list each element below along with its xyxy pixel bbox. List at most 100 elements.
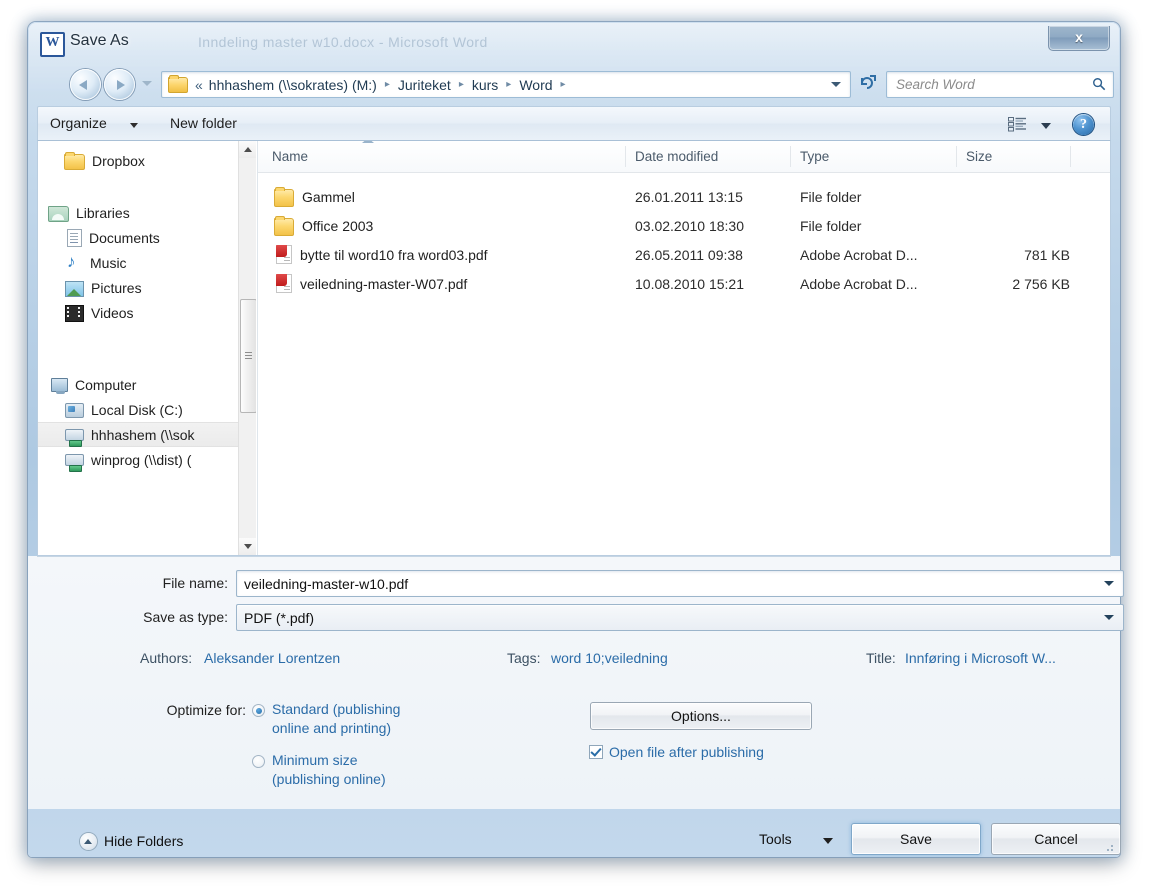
network-drive-icon	[65, 454, 84, 472]
documents-icon	[67, 228, 82, 247]
column-header-type[interactable]: Type	[800, 149, 829, 164]
navigation-sidebar: Dropbox Libraries Documents Music Pictur	[38, 141, 256, 555]
open-after-publishing-checkbox[interactable]	[589, 745, 603, 759]
radio-minimum-size-label[interactable]: Minimum size (publishing online)	[272, 751, 386, 789]
sidebar-item-libraries[interactable]: Libraries	[38, 200, 256, 225]
table-row[interactable]: Office 2003 03.02.2010 18:30 File folder	[258, 211, 1110, 240]
word-icon: W	[40, 32, 65, 57]
tools-button[interactable]: Tools	[759, 831, 792, 847]
hide-folders-button[interactable]: Hide Folders	[104, 833, 183, 849]
tools-caret-icon[interactable]	[823, 838, 833, 844]
file-type-cell: Adobe Acrobat D...	[800, 246, 918, 263]
column-header-size[interactable]: Size	[966, 149, 992, 164]
folder-icon	[168, 74, 188, 93]
close-button[interactable]: x	[1048, 26, 1110, 51]
sidebar-item-pictures[interactable]: Pictures	[38, 275, 256, 300]
scrollbar-thumb[interactable]	[240, 299, 256, 413]
breadcrumb-item-0[interactable]: hhhashem (\\sokrates) (M:)	[206, 75, 380, 95]
sidebar-scrollbar[interactable]	[238, 141, 256, 555]
save-as-type-select[interactable]: PDF (*.pdf)	[236, 604, 1124, 631]
videos-icon	[65, 305, 84, 322]
optimize-for-label: Optimize for:	[166, 702, 246, 718]
chevron-down-icon[interactable]	[1104, 581, 1114, 586]
network-drive-icon	[65, 429, 84, 447]
file-size-cell: 781 KB	[1024, 246, 1070, 263]
column-divider[interactable]	[625, 146, 626, 167]
sidebar-item-winprog[interactable]: winprog (\\dist) (	[38, 447, 256, 472]
file-name-input[interactable]: veiledning-master-w10.pdf	[236, 570, 1124, 597]
breadcrumb-separator-icon[interactable]: ▸	[454, 79, 469, 90]
search-input[interactable]: Search Word	[886, 71, 1114, 98]
breadcrumb-separator-icon[interactable]: ▸	[556, 79, 571, 90]
authors-label: Authors:	[140, 650, 193, 666]
table-row[interactable]: veiledning-master-W07.pdf 10.08.2010 15:…	[258, 269, 1110, 298]
music-icon	[64, 252, 83, 272]
breadcrumb-separator-icon[interactable]: ▸	[380, 79, 395, 90]
folder-icon	[64, 151, 85, 170]
refresh-glyph	[861, 75, 876, 89]
options-button[interactable]: Options...	[590, 702, 812, 730]
radio-standard-label[interactable]: Standard (publishing online and printing…	[272, 700, 400, 738]
radio-minimum-size[interactable]	[252, 755, 265, 768]
forward-button[interactable]	[104, 69, 135, 100]
save-button[interactable]: Save	[851, 823, 981, 855]
save-options-panel: File name: veiledning-master-w10.pdf Sav…	[28, 556, 1124, 809]
sidebar-item-dropbox[interactable]: Dropbox	[38, 148, 256, 173]
sidebar-item-videos[interactable]: Videos	[38, 300, 256, 325]
view-list-icon[interactable]	[1008, 116, 1027, 132]
local-disk-icon	[65, 403, 84, 418]
breadcrumb-overflow[interactable]: «	[193, 75, 206, 95]
recent-pages-chevron-icon[interactable]	[142, 81, 152, 86]
authors-value[interactable]: Aleksander Lorentzen	[204, 650, 340, 666]
help-icon[interactable]: ?	[1073, 114, 1094, 135]
breadcrumb-item-1[interactable]: Juriteket	[395, 75, 454, 95]
breadcrumb-item-2[interactable]: kurs	[469, 75, 501, 95]
file-name-cell: veiledning-master-W07.pdf	[300, 275, 468, 292]
column-header-row: Name Date modified Type Size	[258, 141, 1110, 173]
file-type-cell: File folder	[800, 188, 862, 205]
sort-ascending-icon	[362, 141, 374, 143]
column-divider[interactable]	[956, 146, 957, 167]
scroll-up-icon[interactable]	[239, 141, 256, 158]
file-type-cell: File folder	[800, 217, 862, 234]
pdf-icon	[276, 245, 292, 264]
tags-value[interactable]: word 10;veiledning	[551, 650, 668, 666]
column-header-date[interactable]: Date modified	[635, 149, 718, 164]
new-folder-button[interactable]: New folder	[170, 115, 237, 131]
sidebar-item-label: winprog (\\dist) (	[91, 451, 192, 468]
sidebar-item-label: Libraries	[76, 204, 130, 221]
organize-caret-icon[interactable]	[130, 123, 138, 128]
radio-standard[interactable]	[252, 704, 265, 717]
cancel-button[interactable]: Cancel	[991, 823, 1121, 855]
back-button[interactable]	[70, 69, 101, 100]
address-dropdown-icon[interactable]	[831, 82, 841, 87]
file-type-cell: Adobe Acrobat D...	[800, 275, 918, 292]
save-as-type-value: PDF (*.pdf)	[244, 609, 315, 626]
organize-button[interactable]: Organize	[50, 115, 107, 131]
sidebar-item-hhhashem[interactable]: hhhashem (\\sok	[38, 422, 256, 447]
save-as-dialog: W Save As Inndeling master w10.docx - Mi…	[28, 22, 1124, 857]
folder-icon	[274, 215, 294, 236]
column-divider[interactable]	[790, 146, 791, 167]
resize-grip-icon[interactable]	[1103, 841, 1115, 853]
address-bar[interactable]: « hhhashem (\\sokrates) (M:) ▸ Juriteket…	[161, 71, 851, 98]
column-header-name[interactable]: Name	[272, 149, 308, 164]
sidebar-item-label: hhhashem (\\sok	[91, 426, 195, 443]
title-value[interactable]: Innføring i Microsoft W...	[905, 650, 1056, 666]
sidebar-item-documents[interactable]: Documents	[38, 225, 256, 250]
open-after-publishing-label[interactable]: Open file after publishing	[609, 744, 764, 760]
sidebar-item-music[interactable]: Music	[38, 250, 256, 275]
breadcrumb-separator-icon[interactable]: ▸	[501, 79, 516, 90]
table-row[interactable]: Gammel 26.01.2011 13:15 File folder	[258, 182, 1110, 211]
view-caret-icon[interactable]	[1041, 123, 1051, 129]
search-icon[interactable]	[1092, 77, 1106, 91]
sidebar-item-local-disk[interactable]: Local Disk (C:)	[38, 397, 256, 422]
scroll-down-icon[interactable]	[239, 538, 256, 555]
refresh-icon[interactable]	[856, 73, 880, 96]
chevron-down-icon[interactable]	[1104, 615, 1114, 620]
column-divider[interactable]	[1070, 146, 1071, 167]
collapse-up-icon[interactable]	[80, 833, 97, 850]
sidebar-item-computer[interactable]: Computer	[38, 372, 256, 397]
table-row[interactable]: bytte til word10 fra word03.pdf 26.05.20…	[258, 240, 1110, 269]
breadcrumb-item-3[interactable]: Word	[516, 75, 555, 95]
